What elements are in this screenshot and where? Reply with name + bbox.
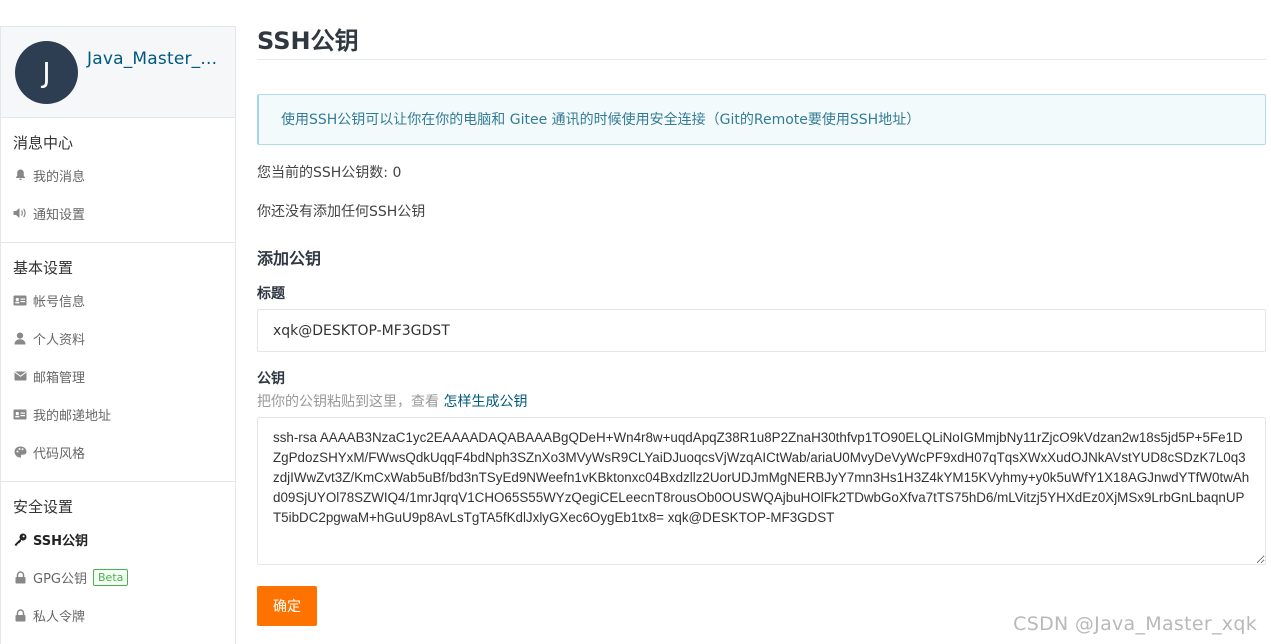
helper-text: 把你的公钥粘贴到这里，查看 bbox=[257, 394, 444, 410]
title-label: 标题 bbox=[257, 286, 285, 302]
settings-sidebar: J Java_Master_... 消息中心 我的消息 通知设置 基本设置 帐号… bbox=[0, 26, 236, 644]
section-basic-settings: 基本设置 帐号信息 个人资料 邮箱管理 我的邮递地址 代码风格 bbox=[1, 243, 235, 482]
section-title: 消息中心 bbox=[13, 134, 74, 152]
sidebar-item-label: 通知设置 bbox=[33, 207, 86, 223]
lock-icon bbox=[13, 570, 27, 584]
sidebar-item-label: 代码风格 bbox=[33, 446, 86, 462]
sidebar-item-label: 邮箱管理 bbox=[33, 370, 86, 386]
key-icon bbox=[13, 532, 27, 546]
sidebar-item-label: 帐号信息 bbox=[33, 294, 86, 310]
confirm-button[interactable]: 确定 bbox=[257, 586, 317, 626]
sidebar-item-label: 个人资料 bbox=[33, 332, 86, 348]
envelope-icon bbox=[13, 369, 27, 383]
sidebar-item-code-style[interactable]: 代码风格 bbox=[1, 433, 235, 471]
section-title: 安全设置 bbox=[13, 498, 74, 516]
title-input[interactable] bbox=[257, 309, 1266, 352]
avatar[interactable]: J bbox=[15, 40, 78, 104]
bell-icon bbox=[13, 168, 27, 182]
main-content: SSH公钥 使用SSH公钥可以让你在你的电脑和 Gitee 通讯的时候使用安全连… bbox=[257, 0, 1266, 626]
ssh-key-count: 您当前的SSH公钥数: 0 bbox=[257, 165, 402, 181]
user-icon bbox=[13, 331, 27, 345]
sidebar-item-mailing-address[interactable]: 我的邮递地址 bbox=[1, 395, 235, 433]
sidebar-item-my-messages[interactable]: 我的消息 bbox=[1, 156, 235, 194]
sidebar-item-account-info[interactable]: 帐号信息 bbox=[1, 281, 235, 319]
sidebar-item-private-tokens[interactable]: 私人令牌 bbox=[1, 596, 235, 634]
add-key-heading: 添加公钥 bbox=[257, 249, 322, 268]
sidebar-item-ssh-keys[interactable]: SSH公钥 bbox=[1, 520, 235, 558]
empty-state-text: 你还没有添加任何SSH公钥 bbox=[257, 204, 426, 220]
profile-header: J Java_Master_... bbox=[1, 27, 235, 118]
speaker-icon bbox=[13, 206, 27, 220]
how-to-generate-key-link[interactable]: 怎样生成公钥 bbox=[443, 394, 527, 410]
sidebar-item-profile[interactable]: 个人资料 bbox=[1, 319, 235, 357]
info-message: 使用SSH公钥可以让你在你的电脑和 Gitee 通讯的时候使用安全连接（Git的… bbox=[257, 94, 1266, 145]
palette-icon bbox=[13, 445, 27, 459]
public-key-textarea[interactable]: ssh-rsa AAAAB3NzaC1yc2EAAAADAQABAAABgQDe… bbox=[257, 417, 1266, 565]
username-link[interactable]: Java_Master_... bbox=[87, 49, 217, 69]
page-title: SSH公钥 bbox=[257, 0, 1266, 60]
address-card-icon bbox=[13, 407, 27, 421]
sidebar-item-label: GPG公钥 bbox=[33, 571, 87, 587]
sidebar-item-notification-settings[interactable]: 通知设置 bbox=[1, 194, 235, 232]
sidebar-item-label: 我的邮递地址 bbox=[33, 408, 112, 424]
key-helper-text: 把你的公钥粘贴到这里，查看 怎样生成公钥 bbox=[257, 393, 1266, 411]
sidebar-item-label: SSH公钥 bbox=[33, 533, 89, 549]
sidebar-item-email-management[interactable]: 邮箱管理 bbox=[1, 357, 235, 395]
beta-badge: Beta bbox=[93, 568, 129, 586]
sidebar-item-gpg-keys[interactable]: GPG公钥 Beta bbox=[1, 558, 235, 596]
sidebar-item-label: 我的消息 bbox=[33, 169, 86, 185]
section-title: 基本设置 bbox=[13, 259, 74, 277]
key-label: 公钥 bbox=[257, 371, 285, 387]
section-message-center: 消息中心 我的消息 通知设置 bbox=[1, 118, 235, 243]
token-icon bbox=[13, 608, 27, 622]
sidebar-item-label: 私人令牌 bbox=[33, 609, 86, 625]
id-card-icon bbox=[13, 293, 27, 307]
section-security-settings: 安全设置 SSH公钥 GPG公钥 Beta 私人令牌 bbox=[1, 482, 235, 644]
watermark: CSDN @Java_Master_xqk bbox=[1013, 613, 1257, 635]
